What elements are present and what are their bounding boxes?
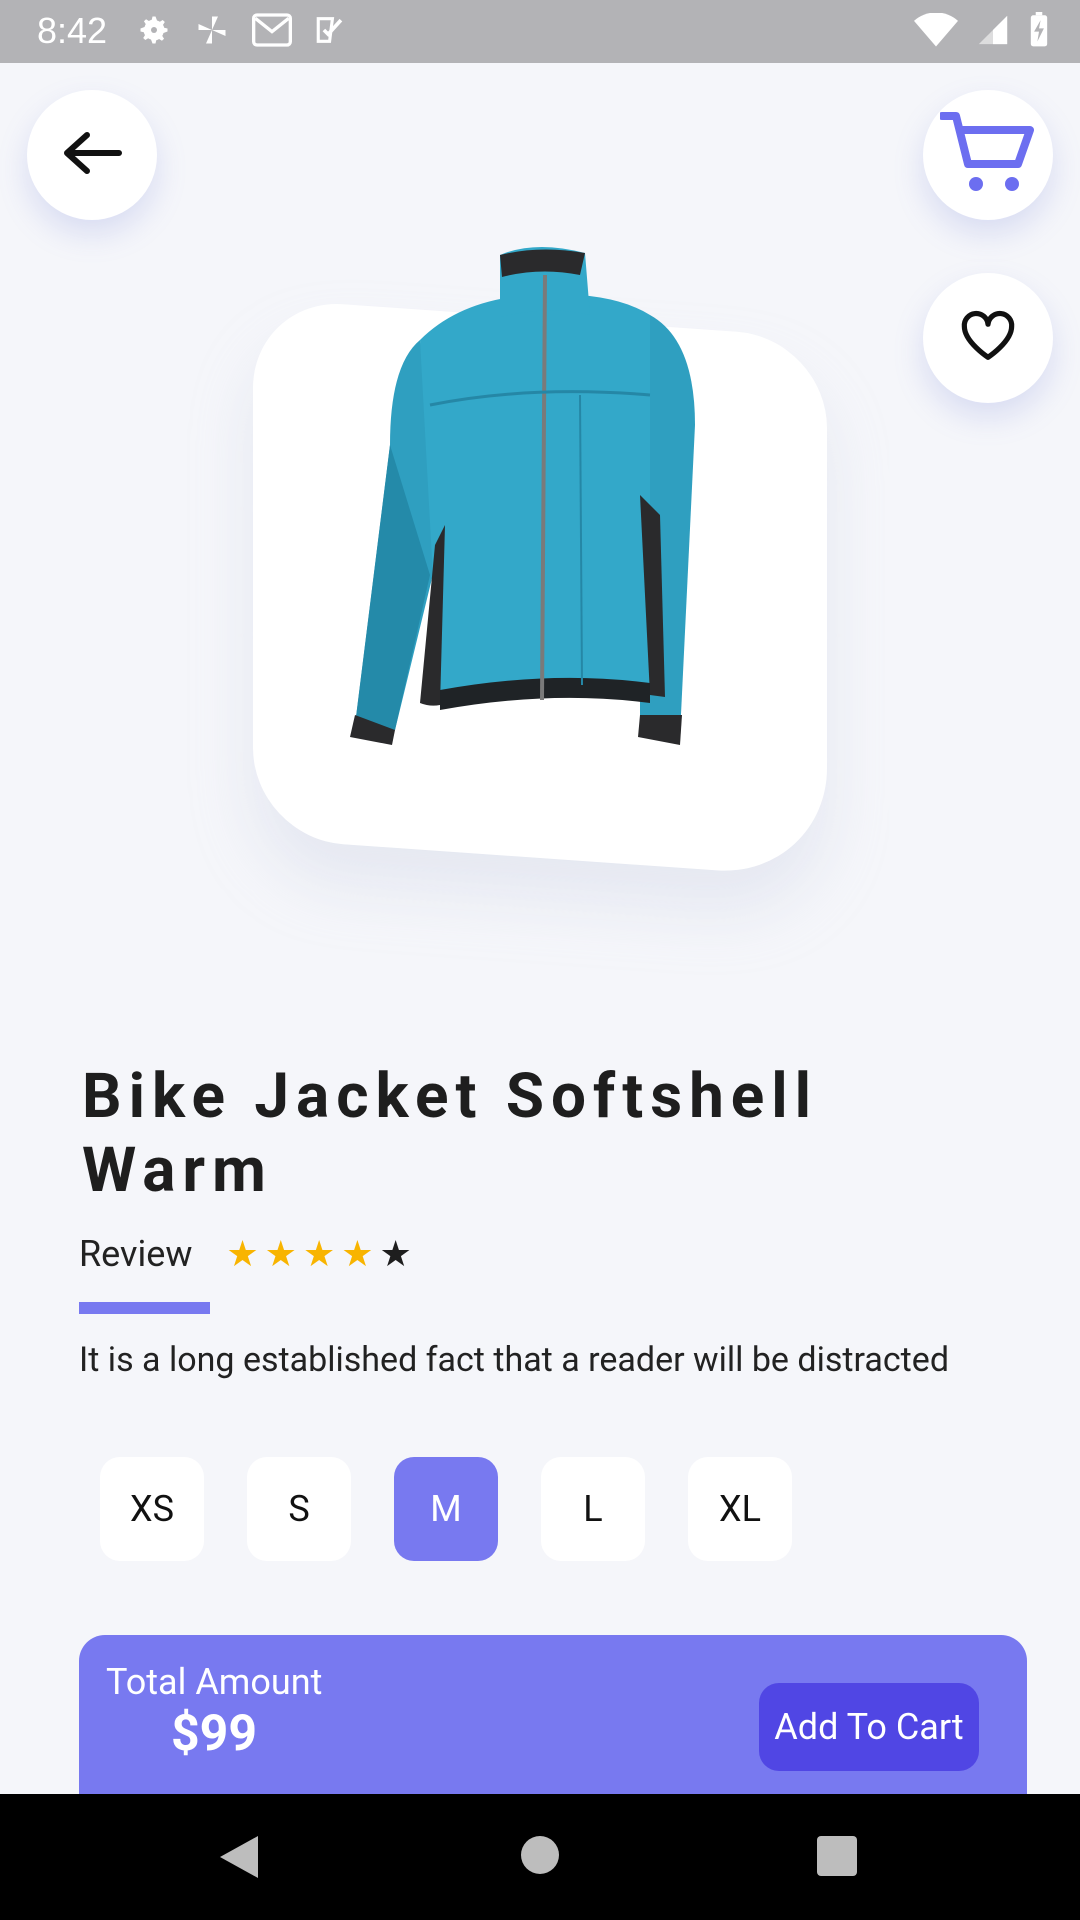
status-system-icons <box>914 12 1050 52</box>
size-option-m[interactable]: M <box>394 1457 498 1561</box>
review-tab-label[interactable]: Review <box>79 1233 192 1275</box>
size-option-xl[interactable]: XL <box>688 1457 792 1561</box>
review-row: Review ★ ★ ★ ★ ★ <box>79 1233 412 1275</box>
size-option-xs[interactable]: XS <box>100 1457 204 1561</box>
checkout-panel: Total Amount $99 Add To Cart <box>79 1635 1027 1795</box>
battery-charging-icon <box>1028 12 1050 52</box>
signal-icon <box>976 13 1010 51</box>
nav-recents-icon[interactable] <box>817 1836 857 1876</box>
settings-icon <box>136 12 172 52</box>
star-icon: ★ <box>226 1233 259 1275</box>
status-time: 8:42 <box>37 10 108 51</box>
total-amount-label: Total Amount <box>106 1661 323 1703</box>
review-tab-indicator <box>79 1302 210 1314</box>
product-image <box>350 245 730 745</box>
status-notification-icons <box>136 12 348 52</box>
size-selector: XS S M L XL <box>100 1457 792 1561</box>
product-title: Bike Jacket Softshell Warm <box>82 1060 819 1207</box>
nav-back-icon[interactable] <box>218 1834 260 1884</box>
star-icon: ★ <box>302 1233 336 1275</box>
nav-home-icon[interactable] <box>521 1836 559 1874</box>
total-amount-value: $99 <box>171 1705 258 1763</box>
size-option-l[interactable]: L <box>541 1457 645 1561</box>
add-to-cart-button[interactable]: Add To Cart <box>759 1683 979 1771</box>
shopping-cart-icon <box>938 108 1036 202</box>
wifi-icon <box>914 12 958 51</box>
heart-outline-icon <box>959 310 1017 366</box>
favorite-button[interactable] <box>923 273 1053 403</box>
gmail-icon <box>252 13 292 51</box>
size-option-s[interactable]: S <box>247 1457 351 1561</box>
star-icon: ★ <box>264 1233 297 1275</box>
system-navigation-bar <box>0 1794 1080 1920</box>
star-empty-icon: ★ <box>379 1233 412 1275</box>
star-rating: ★ ★ ★ ★ ★ <box>226 1233 411 1275</box>
product-description: It is a long established fact that a rea… <box>79 1340 949 1380</box>
arrow-left-icon <box>61 130 123 180</box>
task-check-icon <box>314 13 348 51</box>
star-icon: ★ <box>341 1233 374 1275</box>
pinwheel-icon <box>194 12 230 52</box>
status-bar: 8:42 <box>0 0 1080 63</box>
back-button[interactable] <box>27 90 157 220</box>
cart-button[interactable] <box>923 90 1053 220</box>
